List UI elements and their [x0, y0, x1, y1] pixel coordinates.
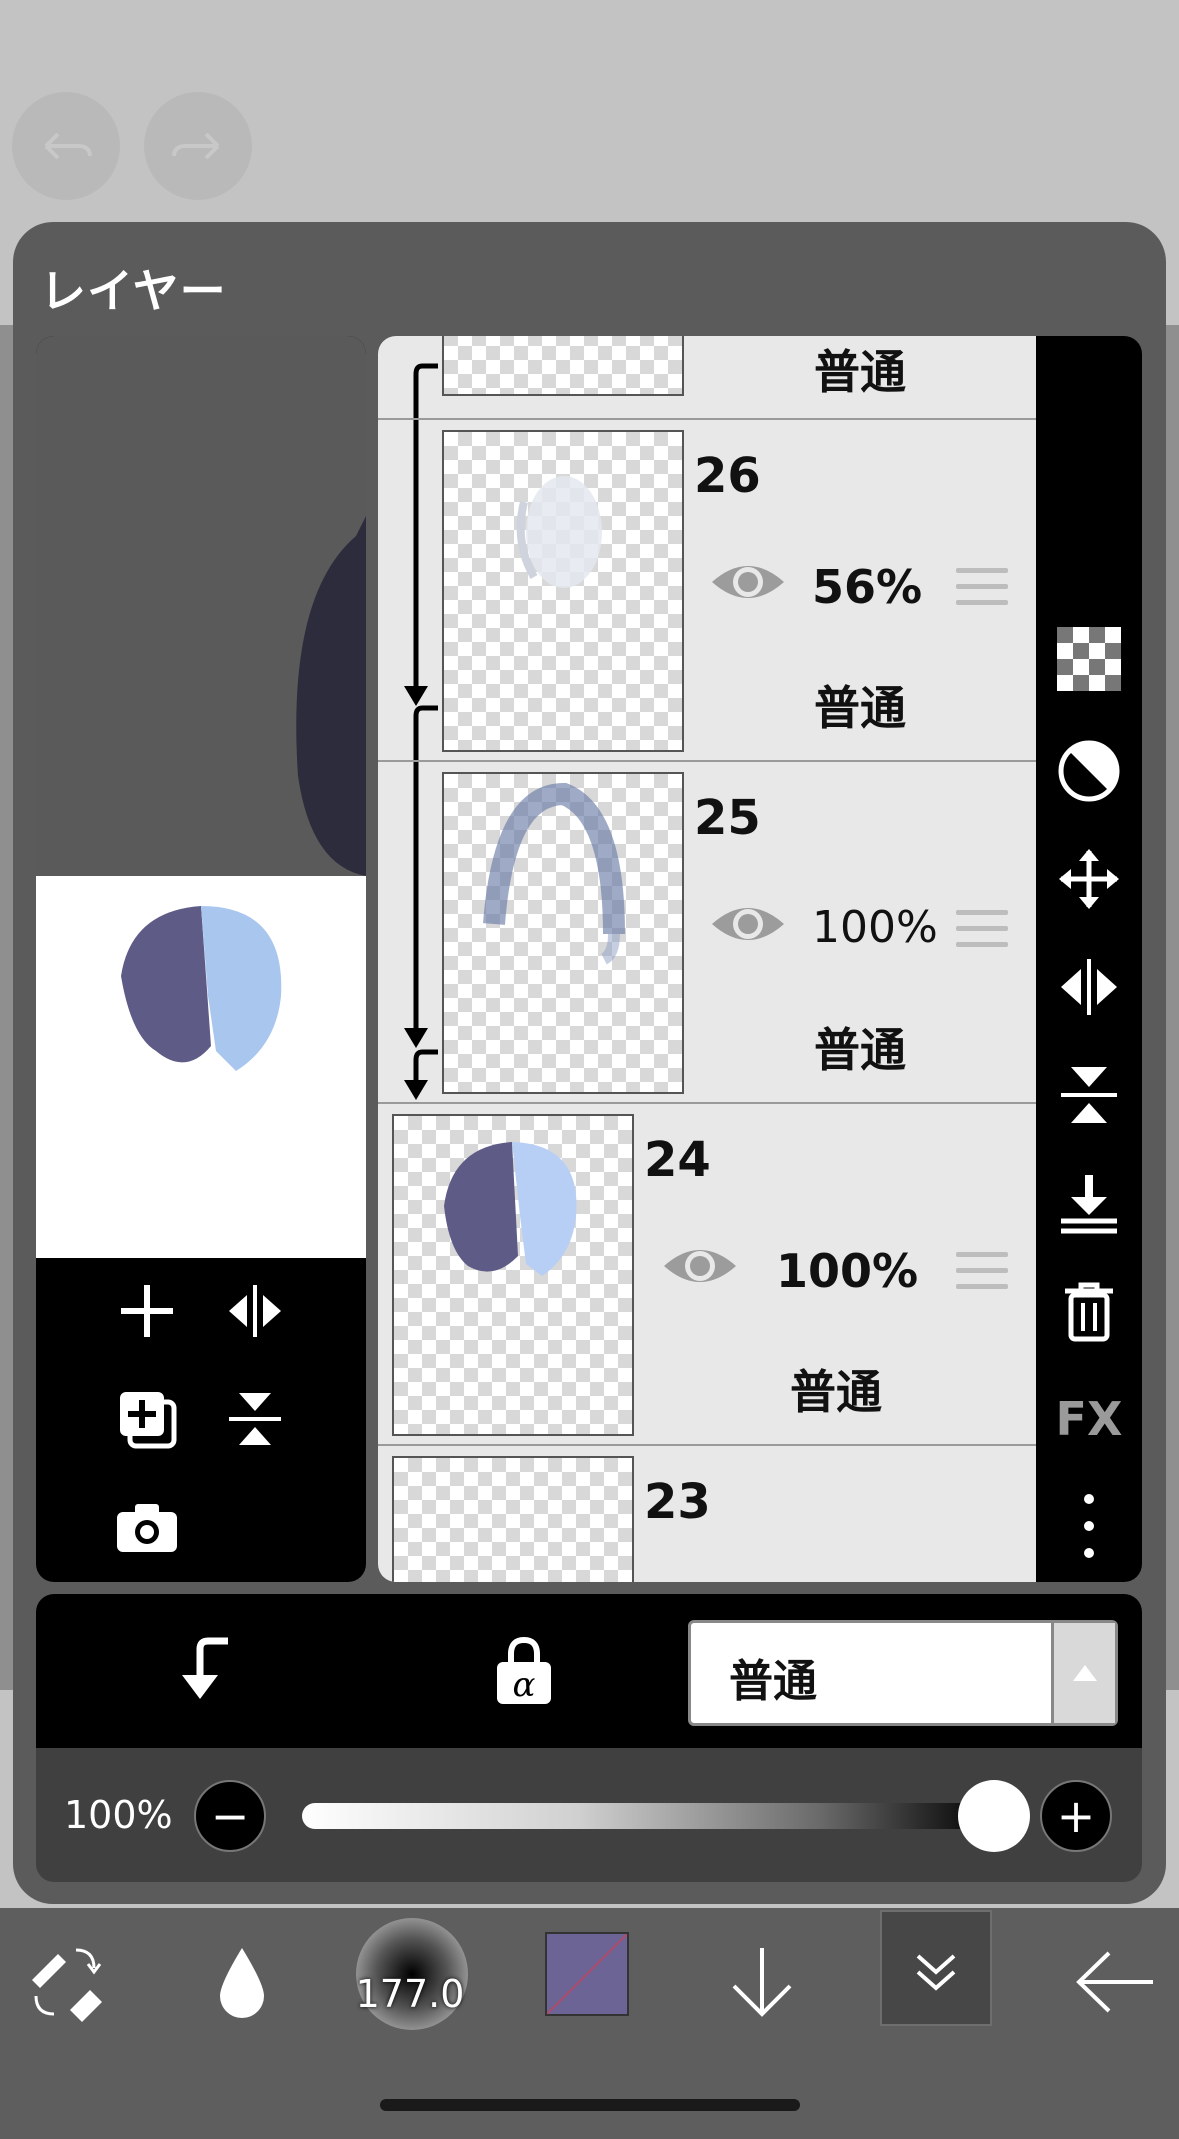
color-swatch-diagonal — [547, 1934, 627, 2014]
flip-vertical-canvas-button[interactable] — [220, 1384, 290, 1454]
camera-icon — [117, 1504, 177, 1552]
hair-preview-image — [121, 906, 282, 1071]
layer-down-button[interactable] — [720, 1940, 804, 2024]
layer-opacity: 100% — [776, 1244, 919, 1298]
checkerboard-icon — [1057, 627, 1121, 691]
plus-icon — [121, 1285, 173, 1337]
invert-button[interactable] — [1056, 738, 1122, 804]
flip-horizontal-icon — [1061, 959, 1117, 1015]
delete-layer-button[interactable] — [1056, 1278, 1122, 1344]
layer-thumbnail — [392, 1114, 634, 1436]
preview-navigator — [36, 876, 366, 1258]
undo-button[interactable] — [12, 92, 120, 200]
back-button[interactable] — [1070, 1940, 1160, 2024]
drag-handle[interactable] — [956, 1252, 1008, 1298]
eye-icon — [712, 908, 784, 940]
layer-thumbnail-content — [516, 476, 602, 588]
opacity-decrease-button[interactable]: − — [194, 1780, 266, 1852]
layer-thumbnail — [392, 1456, 634, 1582]
layer-opacity: 56% — [812, 560, 923, 614]
arrow-down-icon — [732, 1948, 792, 2017]
opacity-increase-button[interactable]: + — [1040, 1780, 1112, 1852]
move-button[interactable] — [1056, 846, 1122, 912]
clipping-icon — [182, 1637, 228, 1699]
merge-down-button[interactable] — [1056, 1170, 1122, 1236]
redo-icon — [172, 132, 220, 160]
row-divider — [378, 760, 1036, 762]
layer-number: 26 — [694, 448, 761, 504]
layer-thumbnail-content — [483, 782, 625, 965]
fx-button[interactable]: FX — [1044, 1386, 1134, 1452]
move-icon — [1059, 849, 1119, 909]
layer-thumbnail — [442, 430, 684, 752]
trash-icon — [1065, 1282, 1113, 1342]
color-swatch[interactable] — [545, 1932, 629, 2016]
layer-thumbnail-content — [444, 1142, 577, 1276]
alpha-lock-icon: α — [497, 1636, 551, 1705]
hair-preview-zoom — [296, 516, 366, 876]
flip-vertical-icon — [229, 1393, 281, 1445]
eye-icon — [664, 1250, 736, 1282]
more-vertical-icon — [1084, 1494, 1094, 1558]
visibility-toggle[interactable] — [708, 556, 788, 612]
more-options-button[interactable] — [1056, 1488, 1122, 1564]
visibility-toggle[interactable] — [660, 1240, 740, 1296]
fill-tool-button[interactable] — [200, 1940, 284, 2024]
row-divider — [378, 1444, 1036, 1446]
duplicate-icon — [120, 1392, 177, 1449]
layer-list[interactable]: 普通 26 56% 普通 25 100% 普通 24 100% 普通 23 — [378, 336, 1036, 1582]
flip-vertical-layer-button[interactable] — [1056, 1062, 1122, 1128]
eye-icon — [712, 566, 784, 598]
layer-number: 25 — [694, 790, 761, 846]
layer-blend-mode: 普通 — [814, 681, 906, 735]
opacity-slider[interactable] — [302, 1803, 992, 1829]
preview-viewport — [36, 336, 366, 876]
alpha-lock-button[interactable]: α — [484, 1630, 564, 1710]
layer-panel-tab[interactable] — [880, 1910, 992, 2026]
drag-handle[interactable] — [956, 568, 1008, 614]
dropdown-arrow-icon — [1051, 1623, 1115, 1723]
flip-horizontal-icon — [229, 1285, 281, 1337]
transparent-fill-button[interactable] — [1056, 626, 1122, 692]
add-layer-button[interactable] — [112, 1276, 182, 1346]
drag-handle[interactable] — [956, 910, 1008, 956]
opacity-slider-knob[interactable] — [958, 1780, 1030, 1852]
layer-number: 24 — [644, 1132, 711, 1188]
layer-blend-mode: 普通 — [814, 345, 906, 399]
droplet-icon — [220, 1948, 264, 2018]
svg-text:α: α — [513, 1665, 536, 1705]
layer-thumbnail — [442, 772, 684, 1094]
panel-title: レイヤー — [40, 264, 227, 318]
row-divider — [378, 418, 1036, 420]
visibility-toggle[interactable] — [708, 898, 788, 954]
flip-horizontal-canvas-button[interactable] — [220, 1276, 290, 1346]
invert-icon — [1058, 740, 1120, 802]
layer-number: 23 — [644, 1474, 711, 1530]
canvas-preview[interactable] — [36, 336, 366, 1582]
flip-horizontal-layer-button[interactable] — [1056, 954, 1122, 1020]
layer-thumbnail — [442, 336, 684, 396]
brush-size-value: 177.0 — [355, 1972, 465, 2016]
brush-eraser-swap-icon — [32, 1948, 102, 2022]
undo-icon — [44, 132, 92, 160]
row-divider — [378, 1102, 1036, 1104]
clipping-button[interactable] — [164, 1630, 244, 1710]
layer-blend-mode: 普通 — [790, 1365, 882, 1419]
flip-vertical-icon — [1061, 1067, 1117, 1123]
brush-eraser-swap-button[interactable] — [24, 1940, 108, 2024]
opacity-label: 100% — [64, 1793, 173, 1837]
home-indicator — [380, 2099, 800, 2111]
layer-opacity: 100% — [812, 902, 938, 953]
double-chevron-down-icon — [916, 1954, 956, 1991]
camera-button[interactable] — [112, 1492, 182, 1562]
blend-mode-select[interactable]: 普通 — [688, 1620, 1118, 1726]
arrow-left-icon — [1076, 1951, 1153, 2013]
layer-blend-mode: 普通 — [814, 1023, 906, 1077]
layer-side-toolbar: FX — [1036, 336, 1142, 1582]
redo-button[interactable] — [144, 92, 252, 200]
blend-mode-value: 普通 — [729, 1656, 817, 1707]
duplicate-layer-button[interactable] — [112, 1384, 182, 1454]
merge-down-icon — [1061, 1175, 1117, 1234]
